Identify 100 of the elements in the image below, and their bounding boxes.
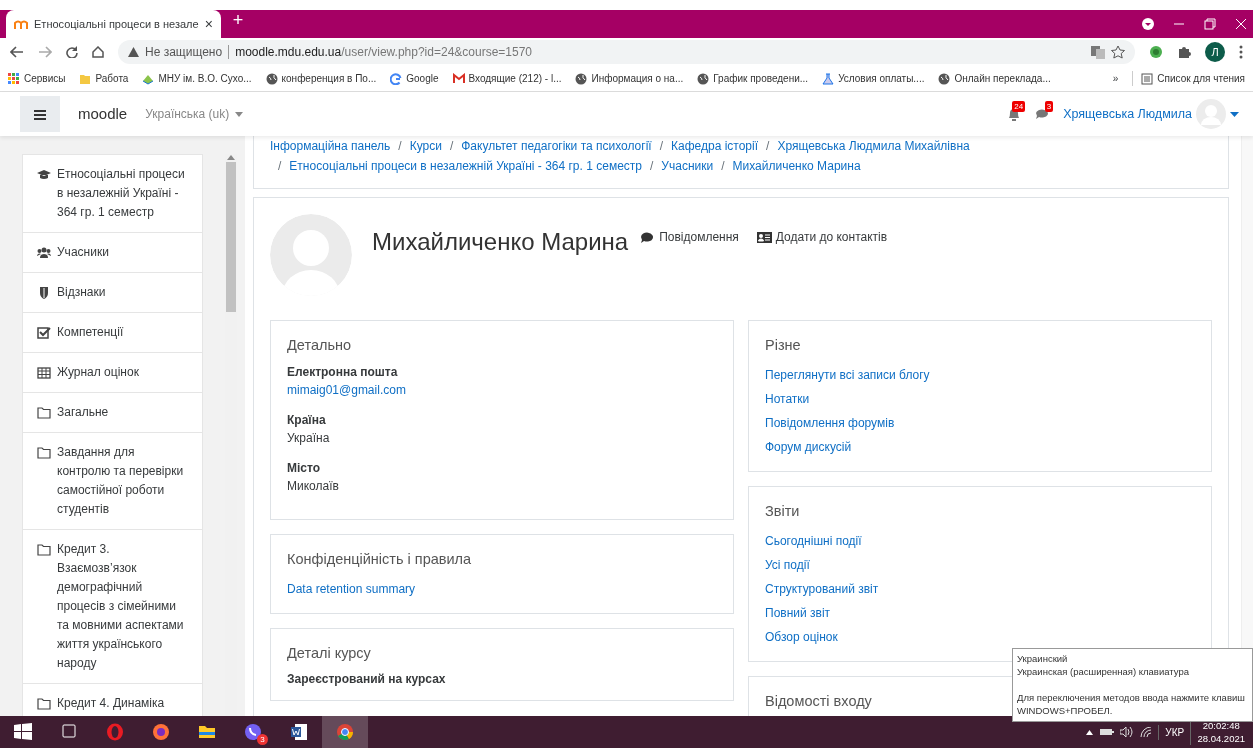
viber-logo-icon <box>244 723 262 741</box>
section-title: Деталі курсу <box>287 643 371 663</box>
breadcrumb-link[interactable]: Хрящевська Людмила Михайлівна <box>777 139 970 153</box>
caret-icon <box>235 111 244 117</box>
bookmark-link[interactable]: Работа <box>79 71 129 86</box>
user-menu[interactable]: Хрящевська Людмила <box>1063 99 1239 129</box>
section-link[interactable]: Форум дискусій <box>765 434 852 459</box>
folder-icon <box>37 697 51 711</box>
profile-avatar[interactable]: Л <box>1205 42 1225 62</box>
wifi-icon[interactable] <box>1140 727 1153 737</box>
section-link[interactable]: Обзор оцінок <box>765 624 838 649</box>
section-link[interactable]: Нотатки <box>765 386 810 411</box>
more-menu-icon[interactable] <box>1239 45 1243 59</box>
bookmark-link[interactable]: Условия оплаты.... <box>822 71 925 86</box>
sidebar-item[interactable]: Етносоціальні процеси в незалежній Україні - 364 гр. 1 семестр <box>23 155 203 233</box>
sidebar-item[interactable]: Учасники <box>23 233 203 273</box>
breadcrumb-link[interactable]: Інформаційна панель <box>270 139 391 153</box>
section-link[interactable]: Повний звіт <box>765 600 831 625</box>
section-link[interactable]: Сьогоднішні події <box>765 528 862 553</box>
field-label: Країна <box>287 411 327 429</box>
taskbar-app[interactable]: 3 <box>230 716 276 748</box>
speaker-icon[interactable] <box>1119 727 1134 737</box>
section-link[interactable]: Повідомлення форумів <box>765 410 895 435</box>
close-icon[interactable] <box>1234 18 1247 30</box>
field-label: Зареєстрований на курсах <box>287 671 447 689</box>
tray-arrow-icon[interactable] <box>1086 729 1094 735</box>
breadcrumb-link[interactable]: Учасники <box>661 159 714 173</box>
more-bookmarks-button[interactable]: » <box>1112 71 1119 86</box>
new-tab-button[interactable]: + <box>232 7 244 34</box>
bookmark-link[interactable]: Онлайн переклада... <box>938 71 1051 86</box>
menu-icon <box>34 109 46 120</box>
section-title: Конфіденційність і правила <box>287 549 472 569</box>
language-menu[interactable]: Українська (uk) <box>145 105 244 123</box>
breadcrumb-link[interactable]: Факультет педагогіки та психології <box>461 139 652 153</box>
brand-logo[interactable]: moodle <box>78 102 128 126</box>
extension-icon[interactable] <box>1149 45 1163 59</box>
profile-action-link[interactable]: Додати до контактів <box>756 228 888 246</box>
breadcrumb-link[interactable]: Михайличенко Марина <box>732 159 861 173</box>
list-icon <box>1141 72 1154 85</box>
folder-icon <box>37 543 51 557</box>
caret-icon <box>1230 111 1239 117</box>
section-link[interactable]: Структурований звіт <box>765 576 879 601</box>
puzzle-icon[interactable] <box>1177 45 1191 59</box>
bookmark-link[interactable]: Сервисы <box>8 71 66 86</box>
section-title: Детально <box>287 336 352 355</box>
mail-icon <box>452 72 465 85</box>
sidebar-item[interactable]: Журнал оцінок <box>23 353 203 393</box>
breadcrumb-link[interactable]: Курси <box>409 139 442 153</box>
field-value-link[interactable]: mimaig01@gmail.com <box>287 380 406 399</box>
restore-icon[interactable] <box>1204 18 1216 30</box>
input-language-indicator[interactable]: УКР <box>1158 724 1185 740</box>
flask-icon <box>822 72 835 85</box>
warning-icon <box>128 47 139 57</box>
bookmark-link[interactable]: Google <box>390 71 439 86</box>
breadcrumb-separator: / <box>650 159 654 173</box>
sidebar-item[interactable]: Кредит 3. Взаємозв’язок демографічний процесів з сімейними та мовними аспектами життя українського народу <box>23 530 203 684</box>
home-icon[interactable] <box>92 46 104 58</box>
table-icon <box>37 366 51 380</box>
battery-icon[interactable] <box>1099 728 1114 736</box>
bookmark-link[interactable]: Входящие (212) - l... <box>452 71 562 86</box>
bookmark-link[interactable]: График проведени... <box>697 71 809 86</box>
bookmark-link[interactable]: Информация о на... <box>575 71 684 86</box>
bookmark-link[interactable]: конференция в По... <box>265 71 377 86</box>
profile-action-link[interactable]: Повідомлення <box>640 228 739 246</box>
reading-list-button[interactable]: Список для чтения <box>1132 71 1245 86</box>
sidebar-item[interactable]: Відзнаки <box>23 273 203 313</box>
dropdown-icon[interactable] <box>1140 17 1155 31</box>
menu-toggle-button[interactable] <box>20 96 60 132</box>
folder-icon <box>198 723 216 741</box>
people-icon <box>37 246 51 260</box>
section-link[interactable]: Усі події <box>765 552 810 577</box>
back-arrow-icon[interactable] <box>10 46 24 58</box>
section-title: Відомості входу <box>765 691 872 711</box>
opera-logo-icon <box>106 723 124 741</box>
address-card-icon <box>756 230 772 244</box>
breadcrumb-link[interactable]: Кафедра історії <box>671 139 759 153</box>
graduation-cap-icon <box>37 168 51 182</box>
breadcrumb-separator: / <box>278 159 282 173</box>
reload-icon[interactable] <box>66 46 78 58</box>
star-icon[interactable] <box>1111 45 1125 59</box>
address-bar[interactable]: Не защищено moodle.mdu.edu.ua/user/view.php?id=24&course=1570 <box>118 40 1135 64</box>
folder-icon <box>37 406 51 420</box>
chrome-logo-icon <box>336 723 354 741</box>
sidebar-item[interactable]: Загальне <box>23 393 203 433</box>
sidebar-item[interactable]: Компетенції <box>23 313 203 353</box>
breadcrumb-link[interactable]: Етносоціальні процеси в незалежній Україні - 364 гр. 1 семестр <box>289 159 642 173</box>
globe-icon <box>938 72 951 85</box>
section-title: Звіти <box>765 501 800 521</box>
profile-name: Михайличенко Марина <box>372 227 629 257</box>
section-link[interactable]: Data retention summary <box>287 576 416 601</box>
field-value: Україна <box>287 429 331 447</box>
section-link[interactable]: Переглянути всі записи блогу <box>765 362 930 387</box>
scroll-thumb[interactable] <box>226 162 237 312</box>
sidebar-item[interactable]: Завдання для контролю та перевірки самостійної роботи студентів <box>23 433 203 530</box>
moodle-logo-icon <box>14 18 28 30</box>
bookmark-link[interactable]: МНУ ім. В.О. Сухо... <box>142 71 252 86</box>
browser-tab[interactable]: Етносоціальні процеси в незале × <box>6 10 221 38</box>
close-tab-button[interactable]: × <box>204 13 213 35</box>
tooltip-text: WINDOWS+ПРОБЕЛ. <box>1017 704 1114 717</box>
apps-grid-icon <box>8 72 20 85</box>
